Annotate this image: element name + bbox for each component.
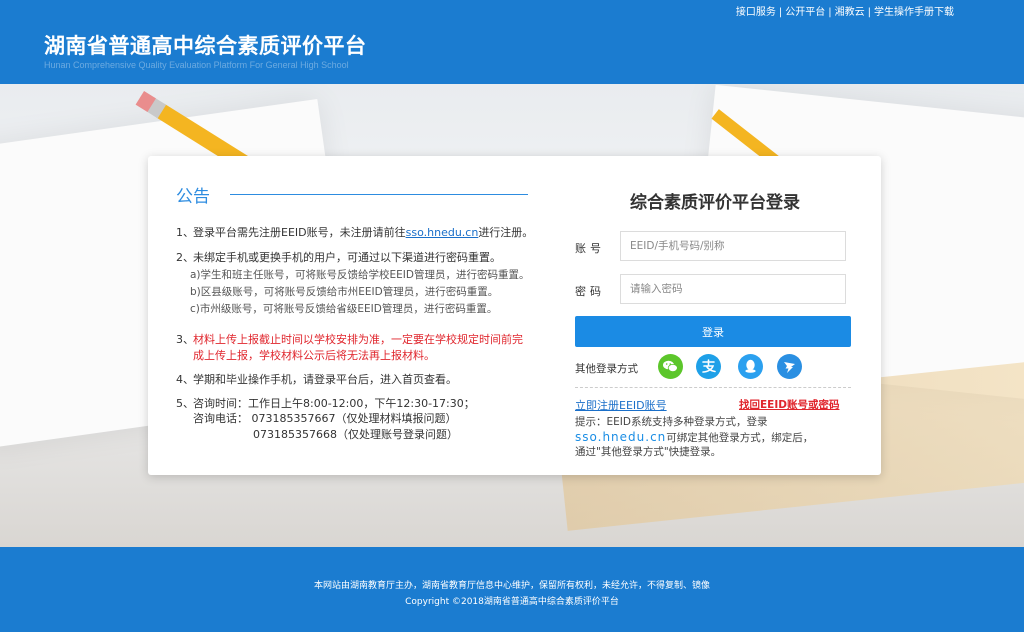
top-link-student-manual[interactable]: 学生操作手册下载 [874,7,954,18]
top-link-xiangjiaoyun[interactable]: 湘教云 [835,7,865,18]
notice-num: 2、 [176,251,194,264]
notice-num: 4、 [176,373,194,386]
top-links: 接口服务 | 公开平台 | 湘教云 | 学生操作手册下载 [735,7,954,18]
consult-phone-1: 咨询电话： 073185357667（仅处理材料填报问题） [193,412,457,425]
register-eeid-link[interactable]: 立即注册EEID账号 [575,397,667,413]
wechat-icon[interactable] [658,354,683,379]
notice-text: 登录平台需先注册EEID账号，未注册请前往 [193,226,406,239]
site-title: 湖南省普通高中综合素质评价平台 [44,34,367,58]
dingtalk-icon[interactable] [777,354,802,379]
login-card: 公告 1、登录平台需先注册EEID账号，未注册请前往sso.hnedu.cn进行… [148,156,881,475]
notice-num: 3、 [176,333,194,346]
notice-warning-text-2: 成上传上报，学校材料公示后将无法再上报材料。 [193,349,435,362]
login-tip: 提示：EEID系统支持多种登录方式，登录 sso.hnedu.cn可绑定其他登录… [575,415,855,460]
notice-sub-c: c)市州级账号，可将账号反馈给省级EEID管理员，进行密码重置。 [190,303,498,315]
consult-hours: 咨询时间：工作日上午8:00-12:00，下午12:30-17:30； [193,397,475,410]
notice-text: 学期和毕业操作手机，请登录平台后，进入首页查看。 [193,373,457,386]
recover-account-link[interactable]: 找回EEID账号或密码 [739,397,839,412]
other-login-label: 其他登录方式 [575,363,638,375]
notice-item-3: 3、材料上传上报截止时间以学校安排为准，一定要在学校规定时间前完 [176,331,523,347]
notice-num: 5、 [176,397,194,410]
account-label: 账号 [575,242,605,255]
sso-register-link[interactable]: sso.hnedu.cn [406,226,479,239]
login-button[interactable]: 登录 [575,316,851,347]
account-input[interactable] [620,231,846,261]
notice-text: 未绑定手机或更换手机的用户，可通过以下渠道进行密码重置。 [193,251,501,264]
footer-statement: 本网站由湖南教育厅主办，湖南省教育厅信息中心维护，保留所有权利，未经允许，不得复… [313,581,710,591]
tip-line-2: 可绑定其他登录方式，绑定后， [666,431,814,444]
alipay-icon[interactable] [696,354,721,379]
notice-item-2: 2、未绑定手机或更换手机的用户，可通过以下渠道进行密码重置。 [176,249,501,265]
top-link-api[interactable]: 接口服务 [736,7,776,18]
notice-warning-text: 材料上传上报截止时间以学校安排为准，一定要在学校规定时间前完 [193,333,523,346]
site-subtitle: Hunan Comprehensive Quality Evaluation P… [44,60,349,70]
notice-sub-a: a)学生和班主任账号，可将账号反馈给学校EEID管理员，进行密码重置。 [190,269,530,281]
notice-text: 进行注册。 [478,226,534,239]
login-title: 综合素质评价平台登录 [630,193,800,213]
notice-sub-b: b)区县级账号，可将账号反馈给市州EEID管理员，进行密码重置。 [190,286,499,298]
tip-domain: sso.hnedu.cn [575,429,667,444]
consult-phone-2: 073185357668（仅处理账号登录问题） [253,428,458,441]
top-link-open-platform[interactable]: 公开平台 [785,7,825,18]
site-header: 接口服务 | 公开平台 | 湘教云 | 学生操作手册下载 湖南省普通高中综合素质评价平台 H… [0,0,1024,84]
password-label: 密码 [575,285,605,298]
tip-line-3: 通过"其他登录方式"快捷登录。 [575,446,722,458]
site-footer: 本网站由湖南教育厅主办，湖南省教育厅信息中心维护，保留所有权利，未经允许，不得复… [0,547,1024,632]
notice-item-5: 5、咨询时间：工作日上午8:00-12:00，下午12:30-17:30； [176,395,475,411]
footer-copyright: Copyright ©2018湖南省普通高中综合素质评价平台 [405,597,619,607]
qq-icon[interactable] [738,354,763,379]
form-divider [575,387,851,388]
password-input[interactable] [620,274,846,304]
tip-line-1: 提示：EEID系统支持多种登录方式，登录 [575,416,768,428]
notice-num: 1、 [176,226,194,239]
notice-item-4: 4、学期和毕业操作手机，请登录平台后，进入首页查看。 [176,371,457,387]
notice-item-1: 1、登录平台需先注册EEID账号，未注册请前往sso.hnedu.cn进行注册。 [176,224,533,240]
notice-heading: 公告 [176,187,210,207]
notice-divider [230,194,528,195]
